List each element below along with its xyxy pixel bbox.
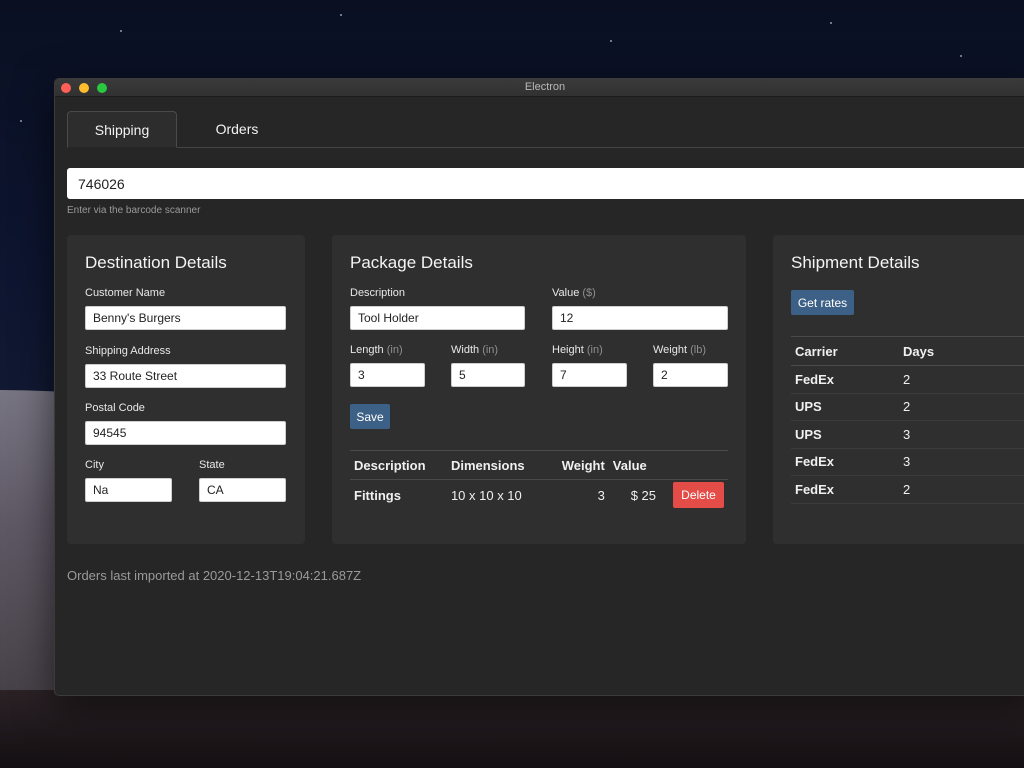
last-imported-status: Orders last imported at 2020-12-13T19:04…: [67, 568, 362, 583]
cell-carrier: UPS: [791, 393, 899, 421]
barcode-input[interactable]: [67, 168, 1024, 199]
cell-value: $ 25: [630, 487, 656, 503]
height-label-text: Height: [552, 344, 584, 356]
cell-carrier: FedEx: [791, 365, 899, 394]
desktop-star: [120, 30, 122, 32]
cell-weight: 3: [597, 487, 605, 503]
col-value: Value: [608, 450, 660, 480]
barcode-hint: Enter via the barcode scanner: [67, 205, 201, 216]
table-header-row: Carrier Days: [791, 336, 1024, 366]
city-field[interactable]: [85, 478, 172, 502]
table-row: Fittings 10 x 10 x 10 3 $ 25 Delete: [350, 480, 728, 511]
delete-button[interactable]: Delete: [673, 482, 724, 508]
cell-days: 3: [899, 420, 1024, 449]
package-card: Package Details Description Value ($) Le…: [332, 235, 746, 544]
length-label-text: Length: [350, 344, 384, 356]
table-header-row: Description Dimensions Weight Value: [350, 450, 728, 480]
city-label: City: [85, 459, 104, 471]
desktop-star: [610, 40, 612, 42]
desktop-star: [960, 55, 962, 57]
save-button[interactable]: Save: [350, 404, 390, 429]
shipping-address-field[interactable]: [85, 364, 286, 388]
destination-title: Destination Details: [85, 253, 227, 272]
description-field[interactable]: [350, 306, 525, 330]
customer-name-field[interactable]: [85, 306, 286, 330]
value-label: Value ($): [552, 287, 596, 299]
table-row[interactable]: FedEx 3: [791, 448, 1024, 476]
length-field[interactable]: [350, 363, 425, 387]
value-field[interactable]: [552, 306, 728, 330]
weight-label-text: Weight: [653, 344, 688, 356]
col-weight: Weight: [546, 450, 609, 480]
package-title: Package Details: [350, 253, 473, 272]
table-row[interactable]: FedEx 2: [791, 475, 1024, 504]
description-label: Description: [350, 287, 405, 299]
shipment-title: Shipment Details: [791, 253, 920, 272]
table-row[interactable]: FedEx 2: [791, 365, 1024, 394]
weight-label: Weight (lb): [653, 344, 706, 356]
height-unit: (in): [586, 344, 603, 356]
cell-dimensions: 10 x 10 x 10: [450, 487, 522, 503]
weight-unit: (lb): [690, 344, 706, 356]
length-label: Length (in): [350, 344, 403, 356]
window-title: Electron: [524, 81, 566, 93]
col-description: Description: [350, 450, 447, 480]
height-field[interactable]: [552, 363, 627, 387]
shipping-address-label: Shipping Address: [85, 345, 171, 357]
package-items-table: Description Dimensions Weight Value Fitt…: [350, 450, 728, 510]
height-label: Height (in): [552, 344, 603, 356]
weight-field[interactable]: [653, 363, 728, 387]
col-dimensions: Dimensions: [446, 450, 547, 480]
title-bar: Electron: [55, 79, 1024, 97]
tab-shipping[interactable]: Shipping: [67, 111, 177, 148]
cell-carrier: FedEx: [791, 448, 899, 476]
maximize-window-button[interactable]: [97, 83, 107, 93]
get-rates-button[interactable]: Get rates: [791, 290, 854, 315]
desktop-star: [340, 14, 342, 16]
col-actions: [660, 450, 728, 480]
table-row[interactable]: UPS 3: [791, 420, 1024, 449]
cell-carrier: UPS: [791, 420, 899, 449]
tab-bar: Shipping Orders: [67, 111, 1024, 148]
customer-name-label: Customer Name: [85, 287, 166, 299]
postal-code-field[interactable]: [85, 421, 286, 445]
cell-days: 2: [899, 475, 1024, 504]
width-unit: (in): [482, 344, 499, 356]
cell-days: 3: [899, 448, 1024, 476]
cell-days: 2: [899, 365, 1024, 394]
tab-orders[interactable]: Orders: [185, 111, 289, 147]
postal-code-label: Postal Code: [85, 402, 145, 414]
destination-card: Destination Details Customer Name Shippi…: [67, 235, 305, 544]
value-unit: ($): [582, 287, 596, 299]
desktop-star: [20, 120, 22, 122]
width-field[interactable]: [451, 363, 525, 387]
cell-carrier: FedEx: [791, 475, 899, 504]
col-carrier: Carrier: [791, 336, 899, 366]
length-unit: (in): [386, 344, 403, 356]
description-label-text: Description: [350, 287, 406, 299]
state-label: State: [199, 459, 225, 471]
desktop-foreground: [0, 690, 1024, 768]
rates-table: Carrier Days FedEx 2 UPS 2 UPS 3 FedEx 3 Fed…: [791, 336, 1024, 504]
app-window: Electron Shipping Orders Enter via the b…: [54, 78, 1024, 696]
shipment-card: Shipment Details Get rates Carrier Days …: [773, 235, 1024, 544]
cell-description: Fittings: [354, 487, 401, 503]
cell-actions: Delete: [660, 480, 728, 511]
value-label-text: Value: [552, 287, 580, 299]
width-label: Width (in): [451, 344, 498, 356]
close-window-button[interactable]: [61, 83, 71, 93]
desktop-star: [830, 22, 832, 24]
minimize-window-button[interactable]: [79, 83, 89, 93]
table-row[interactable]: UPS 2: [791, 393, 1024, 421]
col-days: Days: [899, 336, 1024, 366]
state-field[interactable]: [199, 478, 286, 502]
width-label-text: Width: [451, 344, 480, 356]
cell-days: 2: [899, 393, 1024, 421]
